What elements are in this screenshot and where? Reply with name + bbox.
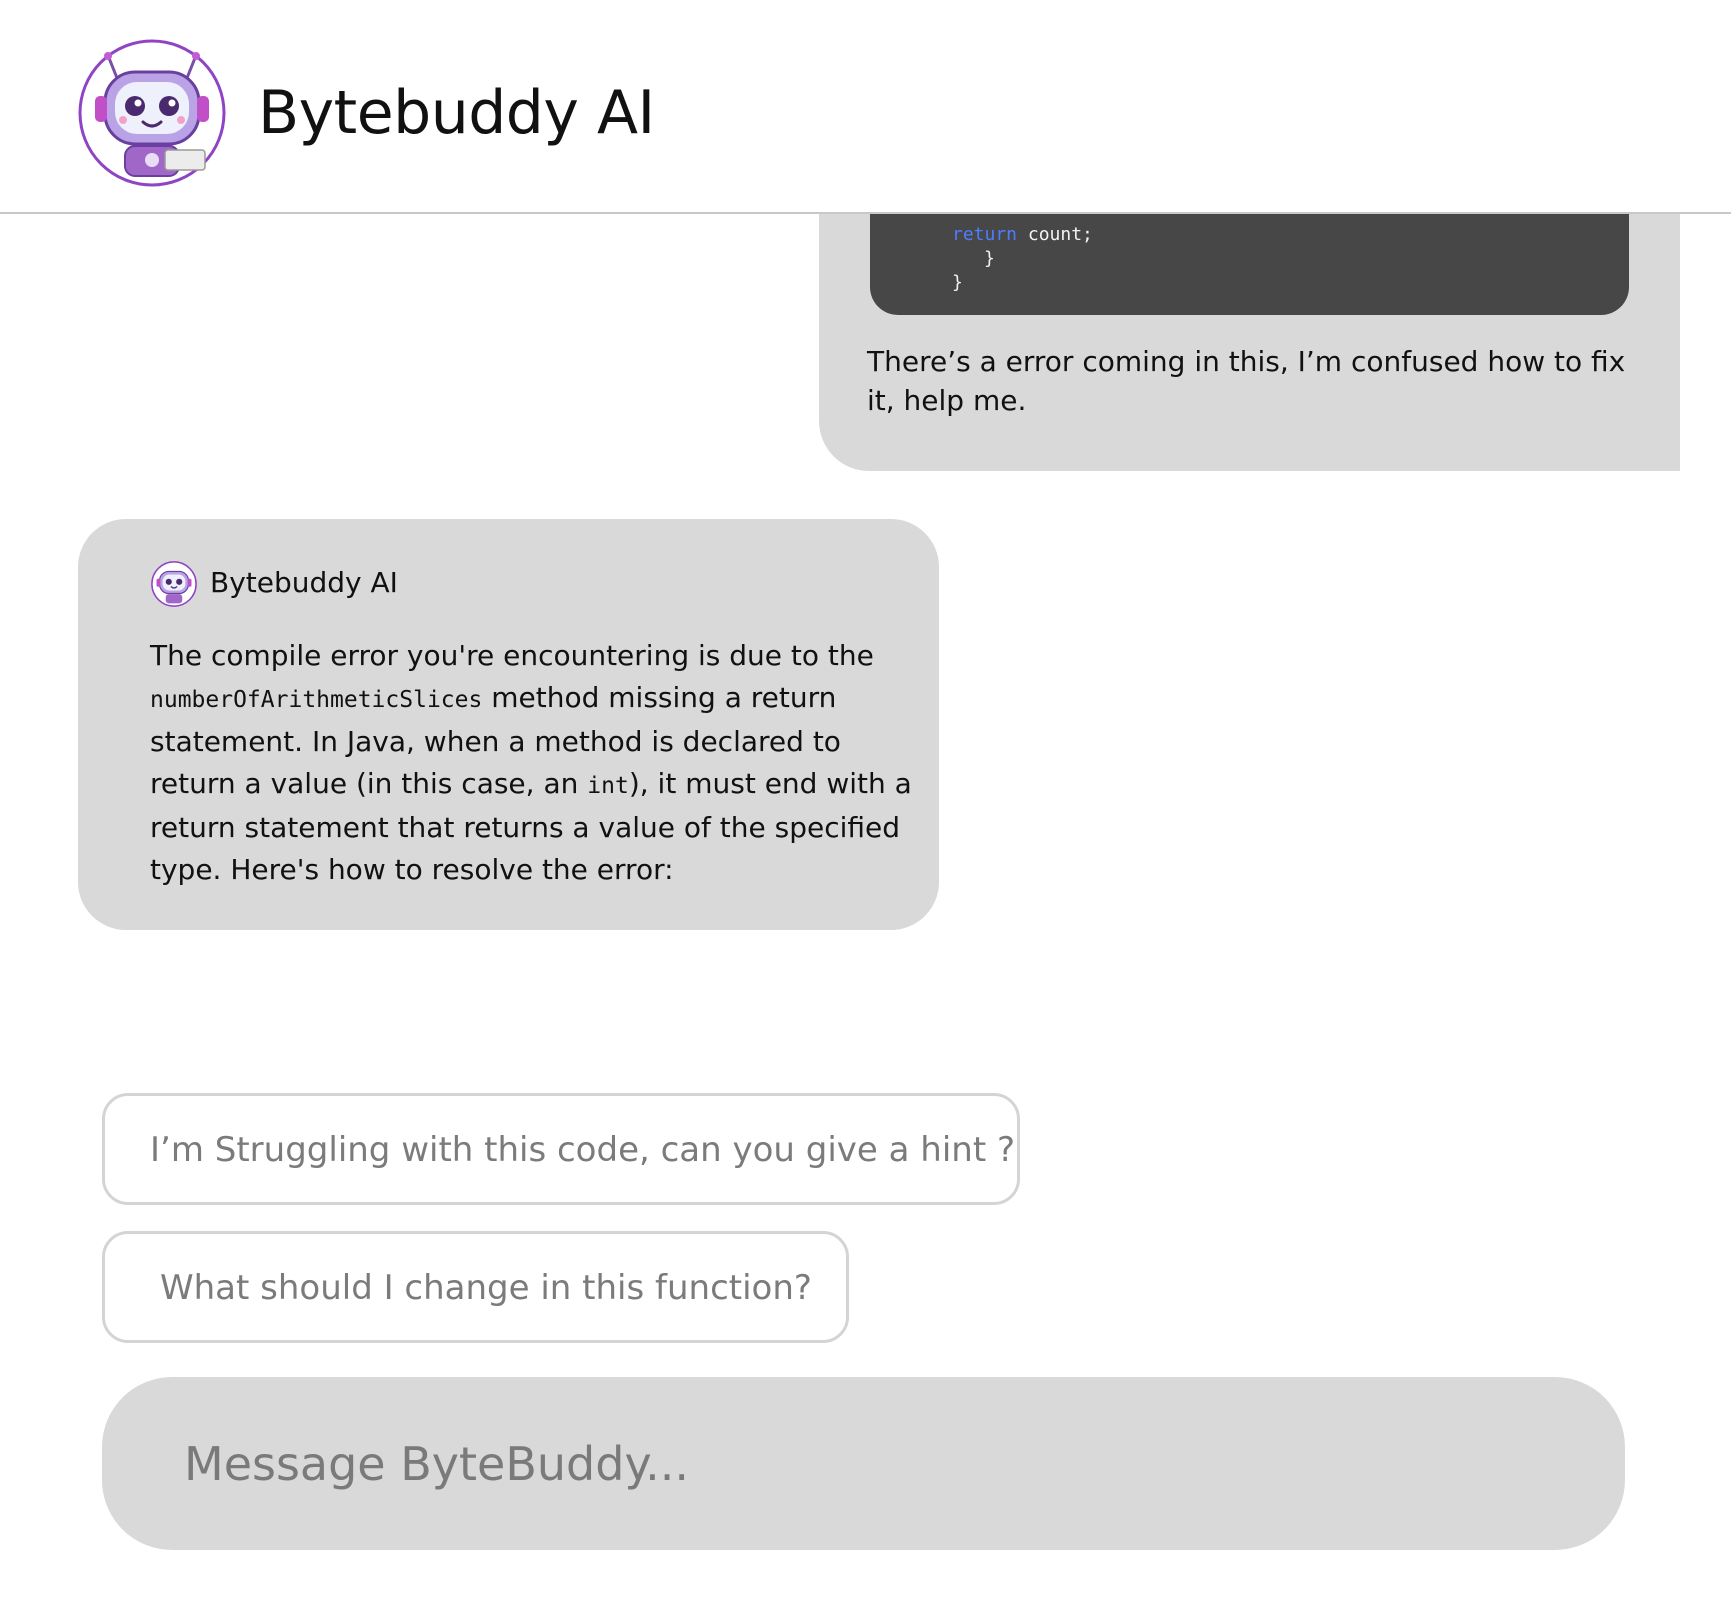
- assistant-name: Bytebuddy AI: [210, 566, 398, 599]
- app-header: Bytebuddy AI: [0, 0, 1731, 214]
- code-text: }: [952, 272, 963, 293]
- suggestion-chip-label: I’m Struggling with this code, can you g…: [150, 1130, 1016, 1170]
- suggestion-chip-change[interactable]: What should I change in this function?: [102, 1231, 849, 1343]
- code-line: return count;: [952, 223, 1093, 247]
- message-input[interactable]: [182, 1425, 1566, 1503]
- code-line: }: [952, 271, 963, 295]
- code-text: }: [984, 248, 995, 269]
- robot-avatar-icon: [78, 39, 226, 187]
- user-message-text: There’s a error coming in this, I’m conf…: [867, 345, 1626, 417]
- code-text: count;: [1017, 224, 1093, 245]
- code-line: }: [984, 247, 995, 271]
- assistant-message-text: The compile error you're encountering is…: [150, 635, 920, 891]
- assistant-message-bubble: Bytebuddy AI The compile error you're en…: [78, 519, 939, 930]
- suggestion-chip-hint[interactable]: I’m Struggling with this code, can you g…: [102, 1093, 1020, 1205]
- inline-code: int: [587, 773, 629, 799]
- inline-code: numberOfArithmeticSlices: [150, 687, 483, 713]
- message-composer: [102, 1377, 1625, 1550]
- app-title: Bytebuddy AI: [258, 78, 655, 148]
- suggestion-chip-label: What should I change in this function?: [160, 1268, 812, 1308]
- code-keyword: return: [952, 224, 1018, 245]
- message-text-part: The compile error you're encountering is…: [150, 639, 874, 672]
- robot-avatar-icon: [151, 561, 197, 607]
